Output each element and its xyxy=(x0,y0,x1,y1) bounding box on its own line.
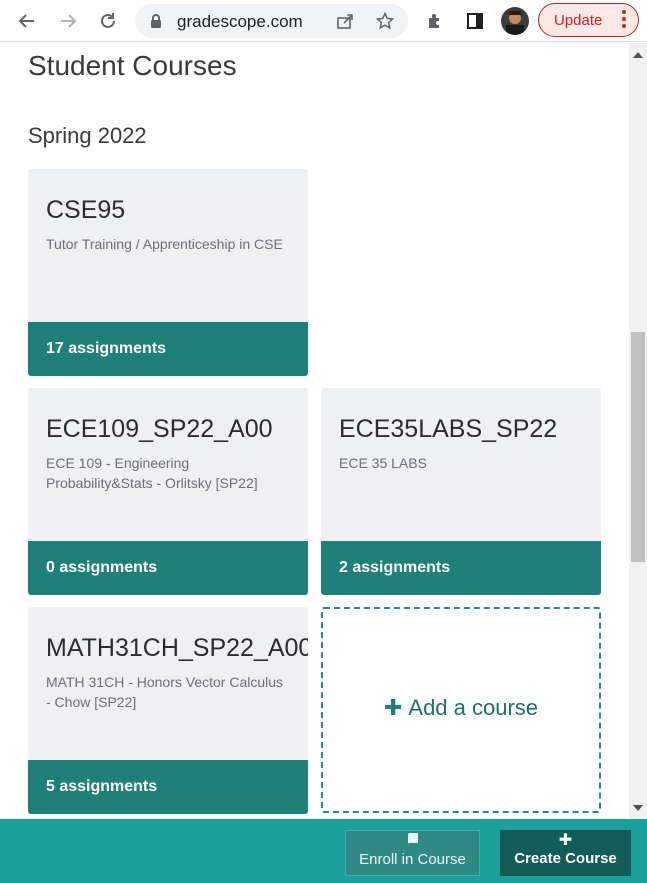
course-card[interactable]: CSE95 Tutor Training / Apprenticeship in… xyxy=(28,169,308,376)
course-card[interactable]: ECE35LABS_SP22 ECE 35 LABS 2 assignments xyxy=(321,388,601,595)
assignment-count: 2 assignments xyxy=(321,541,601,595)
course-card[interactable]: ECE109_SP22_A00 ECE 109 - Engineering Pr… xyxy=(28,388,308,595)
reload-icon[interactable] xyxy=(95,8,121,34)
enroll-in-course-button[interactable]: Enroll in Course xyxy=(345,830,480,876)
lock-icon xyxy=(143,8,169,34)
create-label: Create Course xyxy=(514,850,617,867)
term-heading: Spring 2022 xyxy=(28,123,147,148)
course-code: MATH31CH_SP22_A00 xyxy=(46,634,308,662)
scroll-up-arrow-icon[interactable] xyxy=(633,52,643,58)
course-code: ECE109_SP22_A00 xyxy=(46,415,273,443)
forward-icon[interactable] xyxy=(55,8,81,34)
book-icon xyxy=(346,831,479,851)
bookmark-star-icon[interactable] xyxy=(372,8,398,34)
extensions-icon[interactable] xyxy=(422,8,448,34)
plus-icon: ✚ xyxy=(558,832,573,849)
create-course-button[interactable]: ✚ Create Course xyxy=(500,830,631,876)
scroll-thumb[interactable] xyxy=(631,332,645,562)
browser-toolbar: gradescope.com Update xyxy=(0,0,647,42)
profile-avatar[interactable] xyxy=(501,7,529,35)
course-description: ECE 35 LABS xyxy=(339,455,427,471)
assignment-count: 5 assignments xyxy=(28,760,308,814)
side-panel-icon[interactable] xyxy=(462,8,488,34)
add-course-label-row: ✚ Add a course xyxy=(323,695,599,721)
share-icon[interactable] xyxy=(332,8,358,34)
course-description: MATH 31CH - Honors Vector Calculus - Cho… xyxy=(46,674,284,710)
add-course-card[interactable]: ✚ Add a course xyxy=(321,607,601,813)
course-code: ECE35LABS_SP22 xyxy=(339,415,558,443)
url-text: gradescope.com xyxy=(177,12,303,31)
plus-icon: ✚ xyxy=(383,695,403,720)
assignment-count: 17 assignments xyxy=(28,322,308,376)
course-description: ECE 109 - Engineering Probability&Stats … xyxy=(46,455,258,491)
course-card[interactable]: MATH31CH_SP22_A00 MATH 31CH - Honors Vec… xyxy=(28,607,308,814)
assignment-count: 0 assignments xyxy=(28,541,308,595)
page-content: Student Courses Spring 2022 CSE95 Tutor … xyxy=(0,43,629,819)
kebab-menu-icon xyxy=(622,10,626,31)
page-title: Student Courses xyxy=(28,50,237,81)
address-bar[interactable]: gradescope.com xyxy=(135,4,408,38)
update-button[interactable]: Update xyxy=(538,3,639,37)
course-description: Tutor Training / Apprenticeship in CSE xyxy=(46,236,283,252)
action-bar: Enroll in Course ✚ Create Course xyxy=(0,819,647,883)
add-course-label: Add a course xyxy=(408,695,539,720)
page-scrollbar[interactable] xyxy=(629,43,647,819)
course-code: CSE95 xyxy=(46,196,126,224)
update-label: Update xyxy=(554,12,603,29)
scroll-down-arrow-icon[interactable] xyxy=(633,805,643,811)
back-icon[interactable] xyxy=(14,8,40,34)
enroll-label: Enroll in Course xyxy=(359,851,466,868)
